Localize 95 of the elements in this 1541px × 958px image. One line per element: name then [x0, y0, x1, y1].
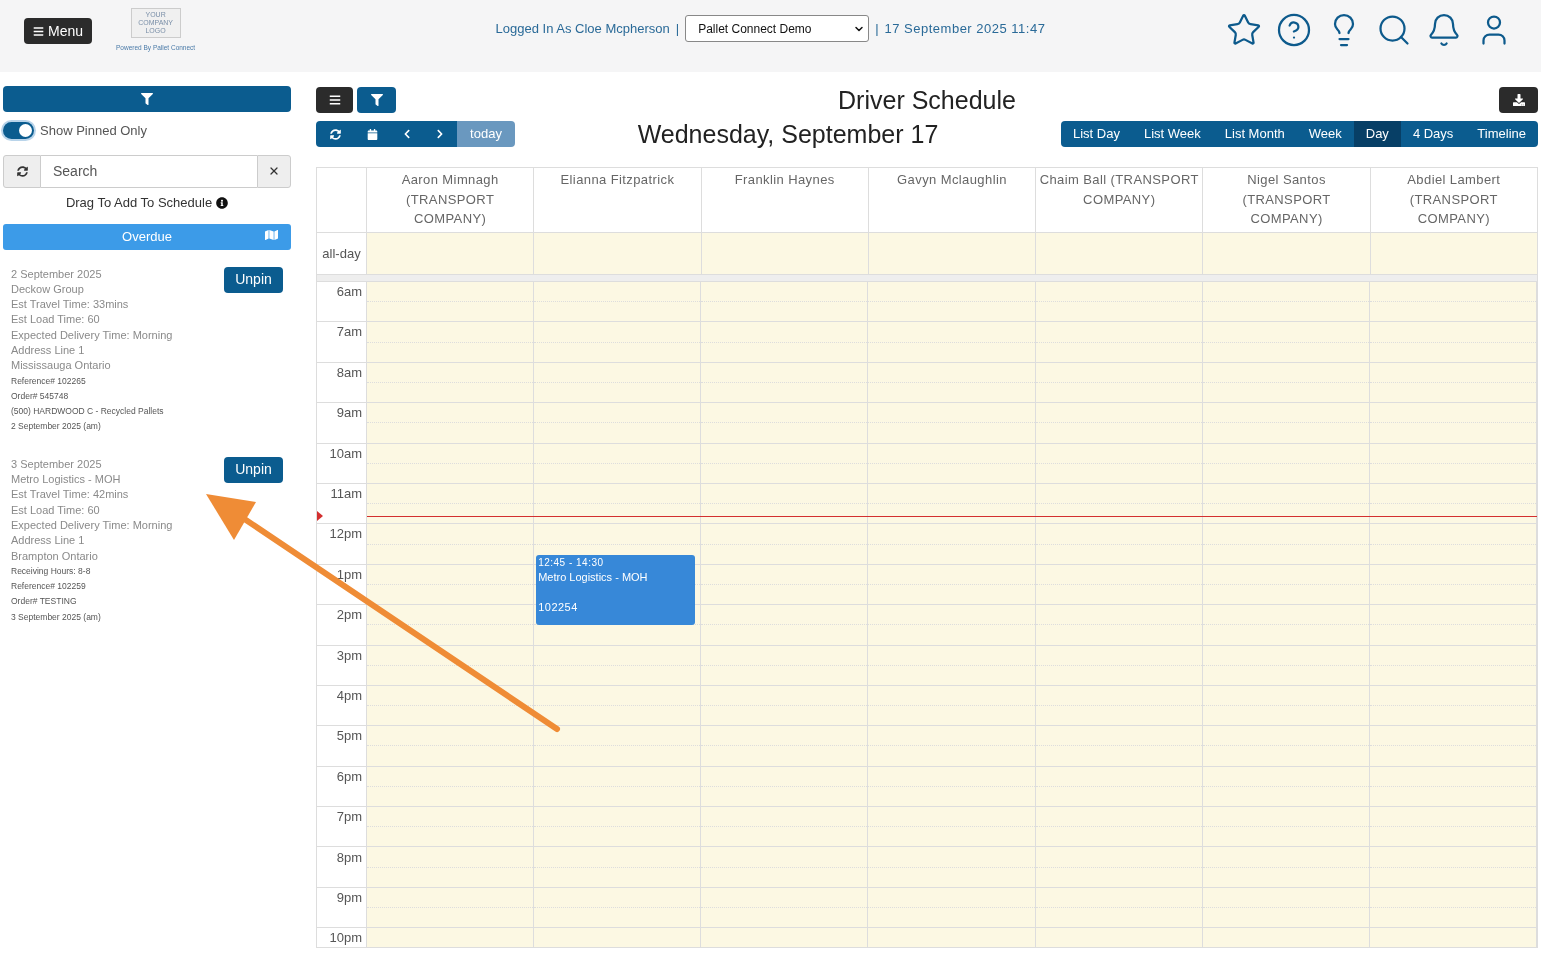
time-label: 8am — [336, 364, 362, 381]
time-label: 4pm — [336, 688, 362, 704]
time-label: 7am — [336, 324, 362, 341]
time-label: 1pm — [336, 566, 362, 583]
menu-icon — [328, 94, 341, 106]
menu-icon — [33, 25, 44, 37]
view-tab[interactable]: List Month — [1212, 121, 1297, 147]
order-detail-text: Expected Delivery Time: Morning — [11, 327, 173, 343]
order-detail-text: Reference# 102265 — [11, 374, 87, 388]
column-header: Franklin Haynes — [701, 168, 869, 232]
refresh-icon — [330, 128, 341, 140]
order-detail-text: Expected Delivery Time: Morning — [11, 517, 173, 533]
clear-search-button[interactable] — [257, 154, 291, 188]
filter-icon — [141, 93, 153, 105]
close-icon — [268, 165, 280, 177]
separator-text: | — [875, 19, 879, 38]
order-detail-text: Est Travel Time: 42mins — [11, 487, 130, 503]
logged-in-text: Logged In As Cloe Mcpherson — [495, 19, 670, 38]
refresh-button[interactable] — [316, 121, 355, 147]
map-icon[interactable] — [265, 228, 278, 241]
menu-button[interactable]: Menu — [24, 18, 93, 44]
time-label: 10am — [329, 445, 362, 462]
order-detail-text: Metro Logistics - MOH — [11, 472, 122, 488]
view-tab[interactable]: 4 Days — [1400, 121, 1466, 147]
list-menu-button[interactable] — [316, 87, 353, 113]
time-label: 11am — [330, 486, 362, 503]
column-header: Chaim Ball (TRANSPORT COMPANY) — [1036, 168, 1204, 232]
column-header: Abdiel Lambert (TRANSPORT COMPANY) — [1406, 171, 1502, 228]
order-detail-text: Order# 545748 — [11, 389, 70, 403]
order-detail-text: Reference# 102259 — [11, 580, 87, 594]
column-header: Nigel Santos (TRANSPORT COMPANY) — [1203, 168, 1371, 232]
time-label: 10pm — [329, 930, 362, 947]
download-button[interactable] — [1499, 87, 1538, 113]
order-detail-text: Est Travel Time: 33mins — [11, 297, 130, 313]
order-detail-text: Order# TESTING — [11, 595, 78, 609]
current-time-marker-icon — [317, 510, 323, 521]
time-label: 9am — [336, 405, 362, 422]
calendar-icon — [367, 128, 378, 140]
help-icon[interactable] — [1276, 12, 1312, 48]
view-tab[interactable]: List Day — [1060, 121, 1132, 147]
time-label: 5pm — [336, 728, 362, 745]
search-icon[interactable] — [1376, 12, 1412, 48]
time-label: 8pm — [336, 849, 362, 866]
separator-text: | — [675, 19, 680, 38]
time-label: 12pm — [329, 526, 362, 543]
order-detail-text: 3 September 2025 (am) — [11, 610, 102, 624]
toggle-switch[interactable] — [3, 122, 34, 140]
drag-hint-text: Drag To Add To Schedule — [65, 193, 213, 212]
unpin-button[interactable]: Unpin — [224, 456, 283, 483]
time-label: 6pm — [336, 768, 362, 785]
order-detail-text: Mississauga Ontario — [11, 358, 112, 374]
unpin-button[interactable]: Unpin — [224, 266, 283, 293]
view-tab[interactable]: List Week — [1131, 121, 1213, 147]
order-detail-text: Est Load Time: 60 — [11, 312, 101, 328]
column-header: Elianna Fitzpatrick — [534, 168, 702, 232]
event-title: Metro Logistics - MOH — [538, 569, 649, 585]
time-label: 3pm — [336, 647, 362, 664]
column-header: Aaron Mimnagh (TRANSPORT COMPANY) — [367, 168, 535, 232]
view-tab[interactable]: Week — [1296, 121, 1354, 147]
search-field[interactable]: Search — [41, 154, 257, 188]
filter-icon — [370, 94, 383, 106]
order-detail-text: 3 September 2025 — [11, 456, 103, 472]
order-detail-text: Est Load Time: 60 — [11, 502, 101, 518]
view-tab[interactable]: Timeline — [1465, 121, 1538, 147]
order-detail-text: 2 September 2025 — [11, 266, 103, 282]
view-tab[interactable]: Day — [1353, 121, 1401, 147]
toggle-label: Show Pinned Only — [40, 122, 147, 140]
filter-button[interactable] — [357, 87, 396, 113]
refresh-icon — [16, 165, 28, 177]
order-detail-text: Address Line 1 — [11, 533, 86, 549]
refresh-button[interactable] — [3, 154, 41, 188]
bell-icon[interactable] — [1426, 12, 1462, 48]
column-header: Gavyn Mclaughlin — [868, 168, 1037, 232]
order-detail-text: Brampton Ontario — [11, 548, 99, 564]
time-label: 2pm — [336, 607, 362, 624]
time-label: 9pm — [336, 889, 362, 906]
order-detail-text: Receiving Hours: 8-8 — [11, 564, 92, 578]
order-detail-text: 2 September 2025 (am) — [11, 420, 102, 434]
star-icon[interactable] — [1226, 12, 1262, 48]
order-detail-text: Address Line 1 — [11, 343, 86, 358]
time-label: 7pm — [336, 809, 362, 826]
download-icon — [1512, 94, 1525, 106]
chevron-right-icon — [435, 129, 445, 139]
event-block[interactable]: 12:45 - 14:30 Metro Logistics - MOH 102254 — [536, 554, 696, 626]
date-time-text: 17 September 2025 11:47 — [884, 19, 1046, 38]
page-title: Driver Schedule — [838, 86, 1016, 114]
info-icon — [216, 196, 229, 209]
time-label: 6am — [336, 284, 362, 301]
event-reference: 102254 — [538, 599, 579, 615]
order-detail-text: Deckow Group — [11, 281, 85, 297]
all-day-label: all-day — [322, 244, 361, 263]
order-detail-text: (500) HARDWOOD C - Recycled Pallets — [11, 405, 165, 419]
company-select[interactable]: Pallet Connect Demo — [685, 15, 870, 42]
event-time: 12:45 - 14:30 — [538, 555, 605, 569]
date-title: Wednesday, September 17 — [637, 120, 939, 148]
